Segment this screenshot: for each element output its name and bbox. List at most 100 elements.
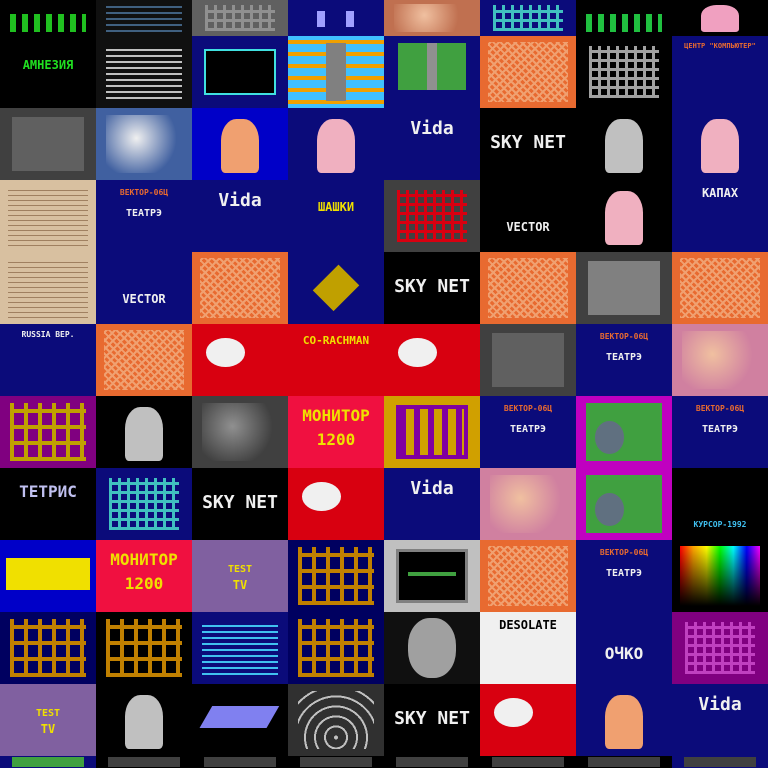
thumbnail-49[interactable] xyxy=(96,396,192,468)
thumbnail-61[interactable] xyxy=(480,468,576,540)
thumbnail-87[interactable]: Vida xyxy=(672,684,768,756)
thumbnail-39[interactable] xyxy=(672,252,768,324)
thumbnail-66[interactable]: TEST TV xyxy=(192,540,288,612)
thumbnail-36[interactable]: SKY NET xyxy=(384,252,480,324)
thumbnail-14[interactable] xyxy=(576,36,672,108)
thumbnail-89[interactable] xyxy=(96,756,192,768)
thumbnail-57[interactable] xyxy=(96,468,192,540)
thumbnail-77[interactable]: DESOLATE xyxy=(480,612,576,684)
thumbnail-28[interactable] xyxy=(384,180,480,252)
thumbnail-76[interactable] xyxy=(384,612,480,684)
thumbnail-60[interactable]: Vida xyxy=(384,468,480,540)
thumbnail-16[interactable] xyxy=(0,108,96,180)
thumbnail-64[interactable] xyxy=(0,540,96,612)
thumbnail-80[interactable]: TEST TV xyxy=(0,684,96,756)
thumbnail-91[interactable] xyxy=(288,756,384,768)
thumbnail-38[interactable] xyxy=(576,252,672,324)
thumbnail-46[interactable]: ВЕКТОР-06Ц ТЕАТРЭ xyxy=(576,324,672,396)
thumbnail-82[interactable] xyxy=(192,684,288,756)
thumbnail-19[interactable] xyxy=(288,108,384,180)
thumbnail-6[interactable] xyxy=(576,0,672,36)
grid-pattern xyxy=(672,612,768,684)
thumbnail-95[interactable] xyxy=(672,756,768,768)
thumbnail-81[interactable] xyxy=(96,684,192,756)
thumbnail-45[interactable] xyxy=(480,324,576,396)
thumbnail-4[interactable] xyxy=(384,0,480,36)
thumbnail-22[interactable] xyxy=(576,108,672,180)
thumbnail-73[interactable] xyxy=(96,612,192,684)
thumbnail-27[interactable]: ШАШКИ xyxy=(288,180,384,252)
thumbnail-35[interactable] xyxy=(288,252,384,324)
thumbnail-63[interactable]: КУРСОР-1992 xyxy=(672,468,768,540)
thumbnail-17[interactable] xyxy=(96,108,192,180)
thumbnail-56[interactable]: ТЕТРИС xyxy=(0,468,96,540)
thumbnail-55[interactable]: ВЕКТОР-06Ц ТЕАТРЭ xyxy=(672,396,768,468)
thumbnail-8[interactable]: АМНЕЗИЯ xyxy=(0,36,96,108)
thumbnail-41[interactable] xyxy=(96,324,192,396)
thumbnail-71[interactable] xyxy=(672,540,768,612)
thumbnail-24[interactable] xyxy=(0,180,96,252)
thumbnail-58[interactable]: SKY NET xyxy=(192,468,288,540)
thumbnail-47[interactable] xyxy=(672,324,768,396)
thumbnail-43[interactable]: CO-RACHMAN xyxy=(288,324,384,396)
thumbnail-84[interactable]: SKY NET xyxy=(384,684,480,756)
thumbnail-5[interactable] xyxy=(480,0,576,36)
thumbnail-1[interactable] xyxy=(96,0,192,36)
thumbnail-21[interactable]: SKY NET xyxy=(480,108,576,180)
thumbnail-7[interactable] xyxy=(672,0,768,36)
thumbnail-3[interactable] xyxy=(288,0,384,36)
thumbnail-51[interactable]: МОНИТОР 1200 xyxy=(288,396,384,468)
thumbnail-75[interactable] xyxy=(288,612,384,684)
thumbnail-2[interactable] xyxy=(192,0,288,36)
thumbnail-25[interactable]: ВЕКТОР-06Ц ТЕАТРЭ xyxy=(96,180,192,252)
blank-screen xyxy=(480,756,576,768)
thumbnail-67[interactable] xyxy=(288,540,384,612)
thumbnail-74[interactable] xyxy=(192,612,288,684)
thumbnail-13[interactable] xyxy=(480,36,576,108)
thumbnail-34[interactable] xyxy=(192,252,288,324)
thumbnail-62[interactable] xyxy=(576,468,672,540)
thumbnail-44[interactable] xyxy=(384,324,480,396)
thumbnail-78[interactable]: ОЧКО xyxy=(576,612,672,684)
game-title: SKY NET xyxy=(490,132,566,153)
thumbnail-92[interactable] xyxy=(384,756,480,768)
thumbnail-0[interactable] xyxy=(0,0,96,36)
thumbnail-88[interactable] xyxy=(0,756,96,768)
thumbnail-32[interactable] xyxy=(0,252,96,324)
thumbnail-50[interactable] xyxy=(192,396,288,468)
thumbnail-48[interactable] xyxy=(0,396,96,468)
thumbnail-23[interactable] xyxy=(672,108,768,180)
thumbnail-86[interactable] xyxy=(576,684,672,756)
thumbnail-9[interactable] xyxy=(96,36,192,108)
thumbnail-79[interactable] xyxy=(672,612,768,684)
thumbnail-18[interactable] xyxy=(192,108,288,180)
thumbnail-29[interactable]: VECTOR xyxy=(480,180,576,252)
thumbnail-11[interactable] xyxy=(288,36,384,108)
thumbnail-72[interactable] xyxy=(0,612,96,684)
thumbnail-33[interactable]: VECTOR xyxy=(96,252,192,324)
thumbnail-31[interactable]: КАПАХ xyxy=(672,180,768,252)
thumbnail-93[interactable] xyxy=(480,756,576,768)
thumbnail-90[interactable] xyxy=(192,756,288,768)
thumbnail-20[interactable]: Vida xyxy=(384,108,480,180)
thumbnail-59[interactable] xyxy=(288,468,384,540)
thumbnail-15[interactable]: ЦЕНТР "КОМПЬЮТЕР" xyxy=(672,36,768,108)
thumbnail-42[interactable] xyxy=(192,324,288,396)
thumbnail-40[interactable]: RUSSIA ВЕР. xyxy=(0,324,96,396)
thumbnail-54[interactable] xyxy=(576,396,672,468)
thumbnail-68[interactable] xyxy=(384,540,480,612)
thumbnail-85[interactable] xyxy=(480,684,576,756)
thumbnail-37[interactable] xyxy=(480,252,576,324)
thumbnail-10[interactable] xyxy=(192,36,288,108)
thumbnail-94[interactable] xyxy=(576,756,672,768)
thumbnail-83[interactable] xyxy=(288,684,384,756)
thumbnail-52[interactable] xyxy=(384,396,480,468)
thumbnail-65[interactable]: МОНИТОР 1200 xyxy=(96,540,192,612)
thumbnail-30[interactable] xyxy=(576,180,672,252)
thumbnail-53[interactable]: ВЕКТОР-06Ц ТЕАТРЭ xyxy=(480,396,576,468)
thumbnail-12[interactable] xyxy=(384,36,480,108)
thumbnail-26[interactable]: Vida xyxy=(192,180,288,252)
thumbnail-69[interactable] xyxy=(480,540,576,612)
blank-screen xyxy=(384,756,480,768)
thumbnail-70[interactable]: ВЕКТОР-06Ц ТЕАТРЭ xyxy=(576,540,672,612)
